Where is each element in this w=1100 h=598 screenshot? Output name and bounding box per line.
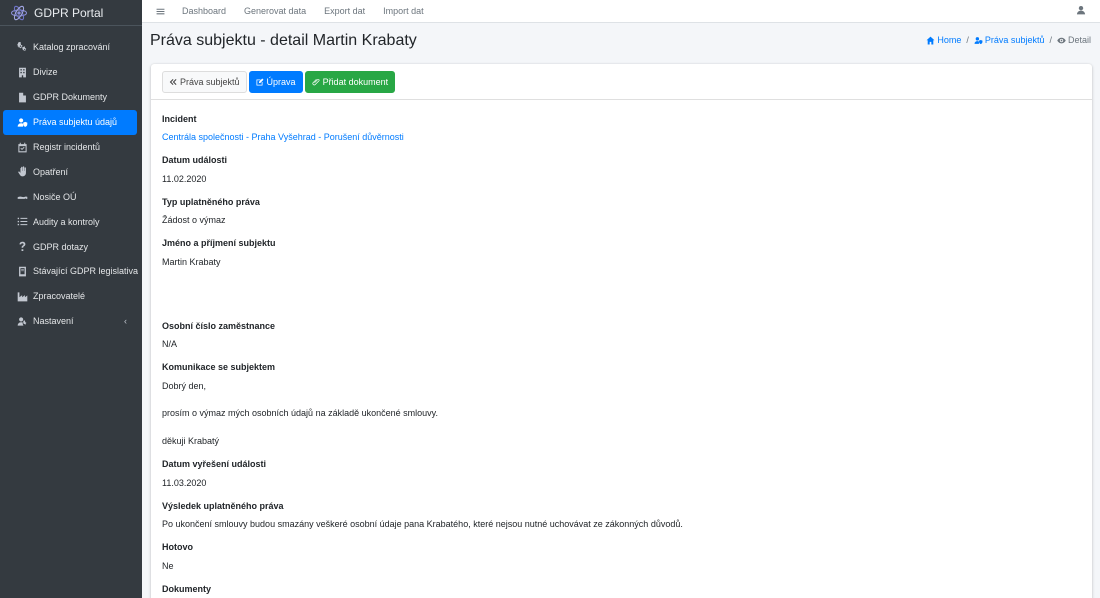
sidebar-item-label: Stávající GDPR legislativa <box>33 266 139 277</box>
brand-logo-icon <box>10 5 28 20</box>
brand[interactable]: GDPR Portal <box>0 0 142 26</box>
user-shield-icon <box>974 36 983 44</box>
done-value: Ne <box>162 561 174 571</box>
card-toolbar: Práva subjektů Úprava Přidat dokument <box>151 64 1092 100</box>
sidebar-item-registr[interactable]: Registr incidentů <box>3 135 137 160</box>
book-icon <box>16 265 28 277</box>
sidebar-item-label: GDPR Dokumenty <box>33 92 108 103</box>
sidebar-item-dotazy[interactable]: GDPR dotazy <box>3 234 137 259</box>
hand-icon <box>16 166 28 178</box>
documents-label: Dokumenty <box>162 584 212 594</box>
question-icon <box>16 241 28 253</box>
breadcrumb-separator: / <box>966 35 969 45</box>
top-navbar: Dashboard Generovat data Export dat Impo… <box>142 0 1100 23</box>
breadcrumb-current: Detail <box>1057 35 1091 45</box>
breadcrumb-section[interactable]: Práva subjektů <box>974 35 1045 45</box>
back-button[interactable]: Práva subjektů <box>162 70 247 93</box>
sidebar-nav: Katalog zpracování Divize GDPR Dokumenty… <box>0 26 142 334</box>
employee-number-label: Osobní číslo zaměstnance <box>162 321 276 331</box>
eye-icon <box>1057 37 1066 43</box>
sidebar-item-label: Registr incidentů <box>33 142 101 152</box>
back-button-label: Práva subjektů <box>180 76 240 87</box>
sidebar-item-prava-subjektu[interactable]: Práva subjektu údajů <box>3 109 137 135</box>
list-icon <box>16 216 28 228</box>
right-type-value: Žádost o výmaz <box>162 215 226 225</box>
subject-name-value: Martin Krabaty <box>162 257 221 267</box>
topnav-export-dat[interactable]: Export dat <box>324 6 365 16</box>
done-label: Hotovo <box>162 542 193 552</box>
hdd-icon <box>16 191 28 203</box>
result-label: Výsledek uplatněného práva <box>162 501 284 511</box>
resolution-date-label: Datum vyřešení události <box>162 459 267 469</box>
event-date-value: 11.02.2020 <box>162 174 207 184</box>
edit-button[interactable]: Úprava <box>248 70 303 93</box>
menu-toggle-icon[interactable] <box>154 5 166 17</box>
sidebar-item-label: Katalog zpracování <box>33 42 111 53</box>
breadcrumb-section-label: Práva subjektů <box>984 35 1045 45</box>
page-title: Práva subjektu - detail Martin Krabaty <box>150 32 417 49</box>
edit-button-label: Úprava <box>266 76 296 87</box>
breadcrumb: Home / Práva subjektů / Detail <box>926 35 1091 45</box>
event-date-label: Datum události <box>162 155 228 165</box>
sidebar-item-divize[interactable]: Divize <box>3 60 137 85</box>
sidebar: GDPR Portal Katalog zpracování Divize GD… <box>0 0 142 598</box>
calendar-icon <box>16 141 28 153</box>
breadcrumb-current-label: Detail <box>1067 35 1091 45</box>
home-icon <box>926 36 935 44</box>
breadcrumb-home[interactable]: Home <box>926 35 961 45</box>
sidebar-item-katalog[interactable]: Katalog zpracování <box>3 35 137 60</box>
user-cog-icon <box>16 315 28 327</box>
sidebar-item-label: Divize <box>33 67 58 78</box>
sidebar-item-nastaveni[interactable]: Nastavení ‹ <box>3 309 137 334</box>
communication-line: Dobrý den, <box>162 381 207 391</box>
sidebar-item-label: Audity a kontroly <box>33 216 100 227</box>
incident-label: Incident <box>162 114 197 124</box>
file-icon <box>16 91 28 103</box>
sidebar-item-label: Nosiče OÚ <box>33 191 77 202</box>
user-shield-icon <box>16 116 28 128</box>
sidebar-item-nosice[interactable]: Nosiče OÚ <box>3 184 137 209</box>
sidebar-item-audity[interactable]: Audity a kontroly <box>3 209 137 234</box>
topnav-generovat-data[interactable]: Generovat data <box>244 6 306 16</box>
sidebar-item-label: Nastavení <box>33 316 74 327</box>
building-icon <box>16 66 28 78</box>
chevron-left-icon: ‹ <box>124 316 127 327</box>
subject-name-label: Jméno a příjmení subjektu <box>162 238 276 248</box>
employee-number-value: N/A <box>162 339 178 349</box>
sidebar-item-label: GDPR dotazy <box>33 241 89 252</box>
add-document-button-label: Přidat dokument <box>322 76 389 87</box>
detail-card: Práva subjektů Úprava Přidat dokument In… <box>151 64 1092 598</box>
right-type-label: Typ uplatněného práva <box>162 197 260 207</box>
brand-name: GDPR Portal <box>34 5 104 20</box>
angle-double-left-icon <box>169 78 177 85</box>
cogs-icon <box>16 41 28 53</box>
topnav-import-dat[interactable]: Import dat <box>383 6 424 16</box>
sidebar-item-zpracovatele[interactable]: Zpracovatelé <box>3 284 137 309</box>
edit-icon <box>256 78 264 85</box>
sidebar-item-label: Opatření <box>33 166 69 177</box>
sidebar-item-dokumenty[interactable]: GDPR Dokumenty <box>3 85 137 110</box>
communication-line: děkuji Krabatý <box>162 436 220 446</box>
breadcrumb-home-label: Home <box>937 35 962 45</box>
topnav-dashboard[interactable]: Dashboard <box>182 6 226 16</box>
sidebar-item-label: Práva subjektu údajů <box>33 117 118 128</box>
industry-icon <box>16 290 28 302</box>
user-icon[interactable] <box>1076 5 1086 15</box>
sidebar-item-legislativa[interactable]: Stávající GDPR legislativa <box>3 259 139 284</box>
communication-line: prosím o výmaz mých osobních údajů na zá… <box>162 408 438 418</box>
resolution-date-value: 11.03.2020 <box>162 478 207 488</box>
sidebar-item-opatreni[interactable]: Opatření <box>3 159 137 184</box>
paperclip-icon <box>312 78 320 85</box>
sidebar-item-label: Zpracovatelé <box>33 291 86 302</box>
incident-link[interactable]: Centrála společnosti - Praha Vyšehrad - … <box>162 132 404 142</box>
result-value: Po ukončení smlouvy budou smazány vešker… <box>162 519 683 529</box>
add-document-button[interactable]: Přidat dokument <box>304 70 396 93</box>
communication-label: Komunikace se subjektem <box>162 362 276 372</box>
breadcrumb-separator: / <box>1049 35 1052 45</box>
